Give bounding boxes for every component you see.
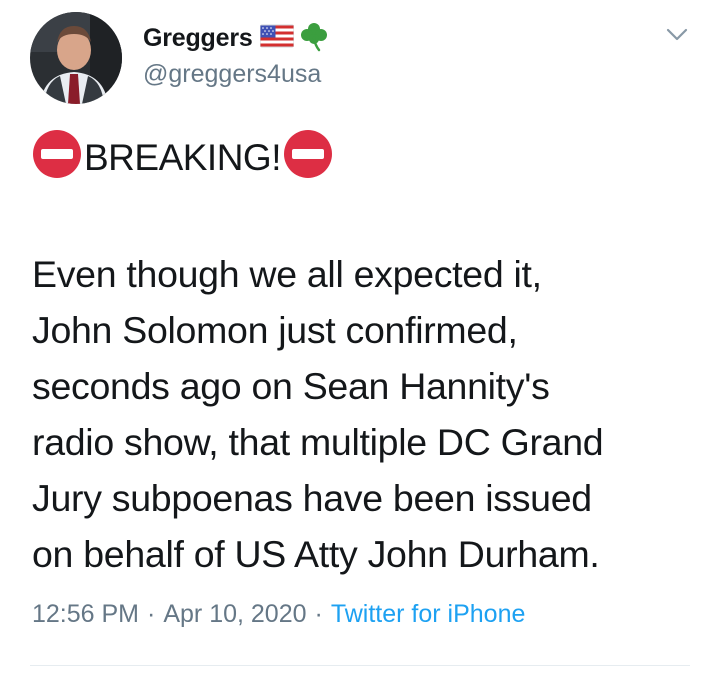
us-flag-icon	[259, 24, 295, 53]
meta-separator: ·	[147, 600, 156, 628]
no-entry-icon	[283, 129, 333, 188]
no-entry-icon	[32, 129, 82, 188]
divider	[30, 665, 690, 666]
display-name[interactable]: Greggers	[143, 24, 253, 53]
tweet-body-line: seconds ago on Sean Hannity's	[32, 365, 550, 407]
tweet-source-link[interactable]: Twitter for iPhone	[331, 600, 526, 628]
shamrock-icon	[298, 20, 330, 57]
tweet-body-line: radio show, that multiple DC Grand	[32, 421, 604, 463]
headline-text: BREAKING!	[84, 137, 282, 178]
tweet-body-line: John Solomon just confirmed,	[32, 309, 518, 351]
tweet-body-line: Even though we all expected it,	[32, 253, 542, 295]
tweet-body-line: on behalf of US Atty John Durham.	[32, 533, 600, 575]
tweet-time[interactable]: 12:56 PM	[32, 600, 139, 628]
user-handle[interactable]: @greggers4usa	[143, 60, 321, 89]
avatar[interactable]	[30, 12, 122, 104]
tweet-card: Greggers @greggers4usa BREAKING! Even th…	[0, 0, 720, 684]
display-name-row: Greggers	[143, 20, 330, 56]
tweet-meta: 12:56 PM · Apr 10, 2020 · Twitter for iPhone	[32, 600, 525, 629]
tweet-body-line: Jury subpoenas have been issued	[32, 477, 592, 519]
tweet-body: Even though we all expected it, John Sol…	[32, 246, 702, 582]
tweet-headline: BREAKING!	[32, 129, 333, 184]
tweet-date[interactable]: Apr 10, 2020	[163, 600, 306, 628]
meta-separator: ·	[314, 600, 323, 628]
chevron-down-icon[interactable]	[664, 24, 690, 44]
